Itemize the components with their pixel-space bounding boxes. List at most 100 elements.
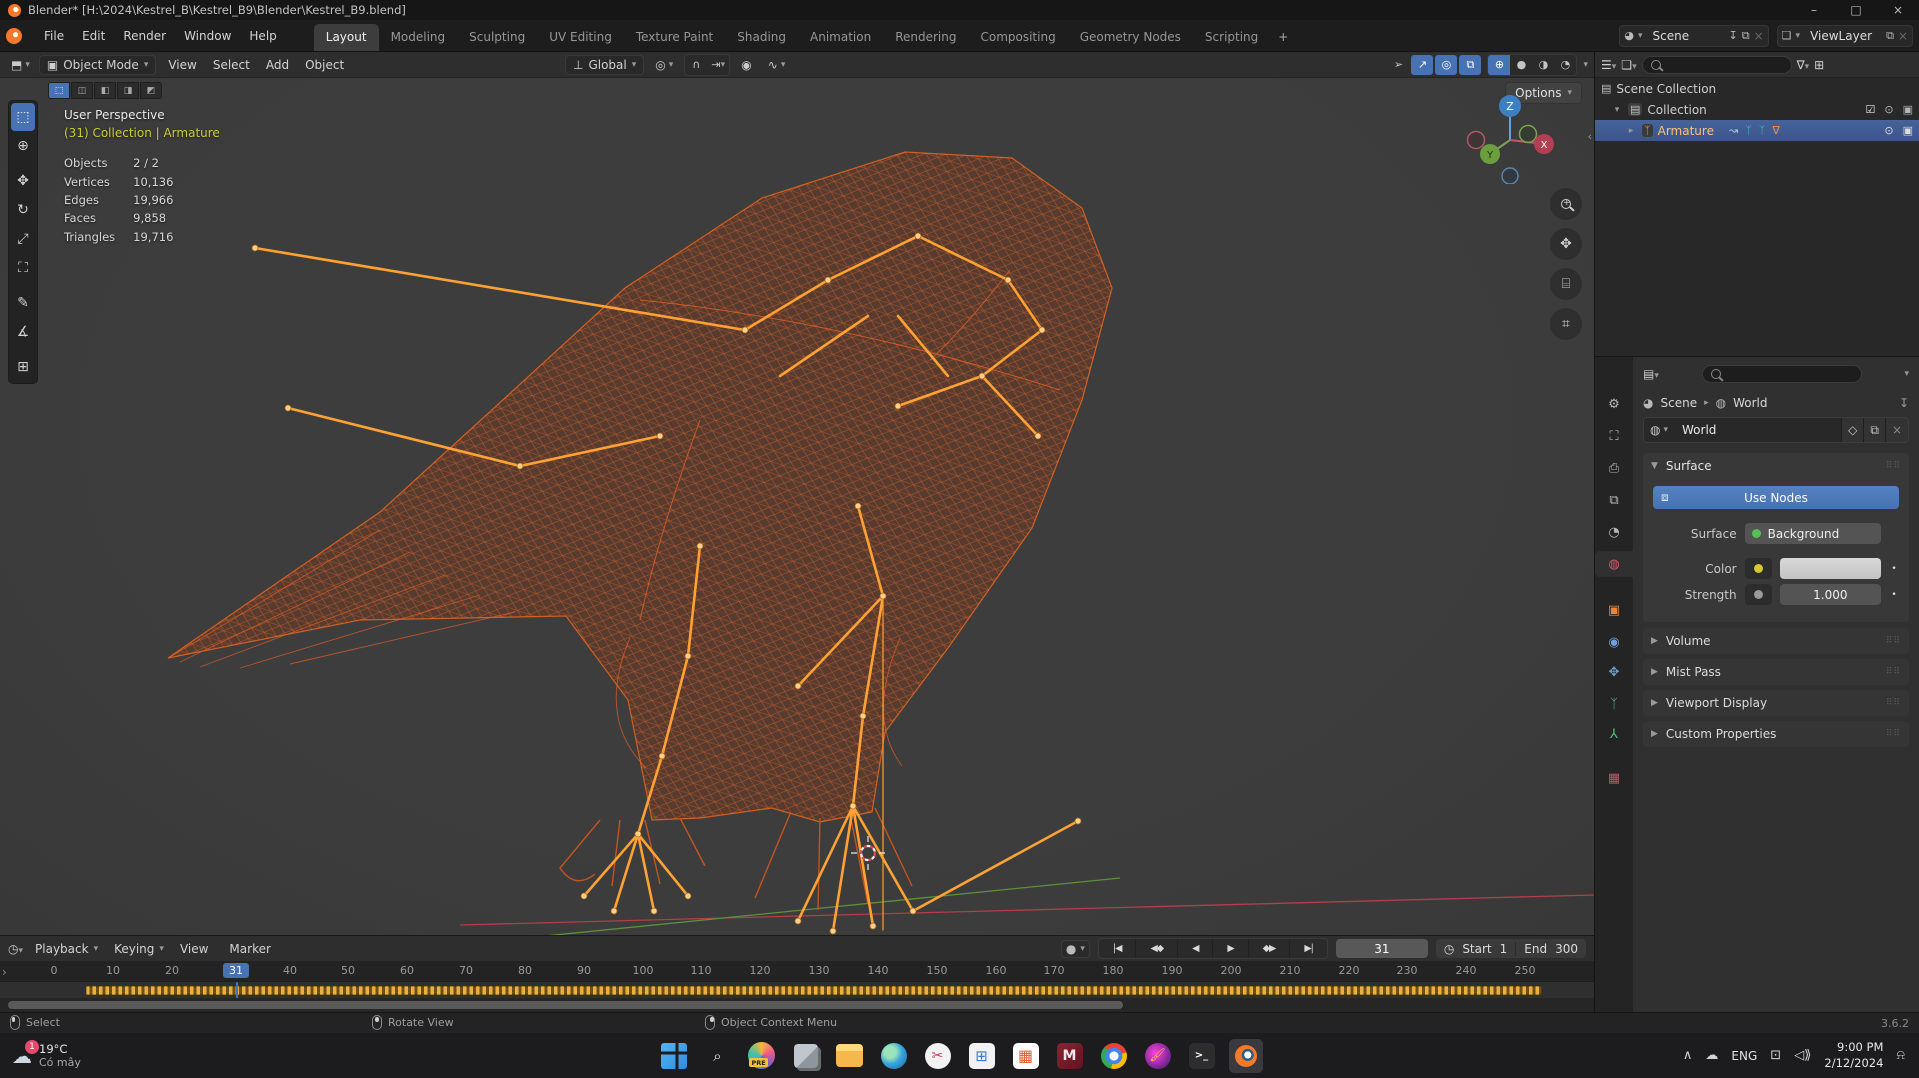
hidden-icons-chevron[interactable]: ∧ xyxy=(1683,1048,1693,1063)
timeline-menu-item[interactable]: Marker xyxy=(221,939,283,959)
search-button[interactable]: ⌕ xyxy=(701,1039,735,1073)
keyframe-track[interactable] xyxy=(0,982,1594,998)
outliner-row-collection[interactable]: ▾ ▤ Collection ☑ ⊙ ▣ xyxy=(1595,99,1919,120)
fake-user-shield-icon[interactable]: ◇ xyxy=(1841,418,1863,442)
mode-selector[interactable]: ▣ Object Mode ▾ xyxy=(39,55,156,75)
stopwatch-icon[interactable]: ◷ xyxy=(1444,942,1454,956)
workspace-tab[interactable]: Geometry Nodes xyxy=(1068,24,1193,51)
blender-menu-icon[interactable] xyxy=(6,28,22,44)
scene-tab[interactable]: ◔ xyxy=(1595,519,1633,545)
workspace-tab[interactable]: Texture Paint xyxy=(624,24,725,51)
transform-tool[interactable]: ⛶ xyxy=(11,254,35,282)
pan-hand-button[interactable]: ✥ xyxy=(1550,228,1582,260)
pose-mode-icon[interactable]: ᛉ xyxy=(1759,124,1766,137)
prev-frame-button[interactable]: ◀ xyxy=(1178,939,1213,958)
copilot[interactable]: PRE xyxy=(748,1042,775,1069)
add-cube-tool[interactable]: ⊞ xyxy=(11,353,35,381)
language-indicator[interactable]: ENG xyxy=(1731,1049,1757,1063)
expand-icon[interactable]: ▸ xyxy=(1625,126,1637,136)
show-object-types-icon[interactable]: ➢ xyxy=(1387,55,1409,75)
terminal[interactable]: >_ xyxy=(1189,1043,1215,1069)
scale-tool[interactable]: ⤢ xyxy=(11,225,35,253)
render-tab[interactable]: ⛶ xyxy=(1595,423,1633,449)
menu-item[interactable]: File xyxy=(35,25,73,47)
animation-icon[interactable]: ↝ xyxy=(1729,124,1738,137)
outliner-row-armature[interactable]: ▸ ᛉ Armature ↝ ᛉ ᛉ ∇ ⊙ ▣ xyxy=(1595,120,1919,141)
workspace-tab[interactable]: Shading xyxy=(725,24,798,51)
collapsed-panel-header[interactable]: ▶ Custom Properties ⠿⠿ xyxy=(1643,721,1909,747)
workspace-tab[interactable]: Layout xyxy=(314,24,379,51)
orthographic-grid-button[interactable]: ⌗ xyxy=(1550,308,1582,340)
use-nodes-button[interactable]: ⧈ Use Nodes xyxy=(1653,486,1899,509)
breadcrumb-world[interactable]: World xyxy=(1733,396,1767,410)
pin-icon[interactable]: ↧ xyxy=(1899,396,1909,410)
orientation-selector[interactable]: ⊥ Global ▾ xyxy=(565,55,644,75)
workspace-tab[interactable]: Animation xyxy=(798,24,883,51)
filter-button[interactable]: ∇▾ xyxy=(1797,58,1810,72)
data-tab[interactable]: ᛉ xyxy=(1595,691,1633,717)
strength-input-button[interactable] xyxy=(1745,584,1772,605)
expand-icon[interactable]: ▾ xyxy=(1611,105,1623,115)
delete-scene-icon[interactable]: × xyxy=(1754,29,1764,43)
timeline-scrollbar[interactable] xyxy=(0,998,1594,1012)
weather-widget[interactable]: ☁1 19°C Có mây xyxy=(12,1042,81,1069)
scene-selector[interactable]: ◕▾ Scene ↧ ⧉ × xyxy=(1619,25,1768,47)
animate-dot-icon[interactable]: • xyxy=(1889,590,1899,600)
proportional-falloff-button[interactable]: ∿▾ xyxy=(763,56,791,74)
viewport-menu-item[interactable]: Add xyxy=(258,55,297,75)
blender-app[interactable] xyxy=(1229,1039,1263,1073)
timeline-ruler[interactable]: › 01020314050607080901001101201301401501… xyxy=(0,962,1594,982)
world-browse-button[interactable]: ◍ ▾ xyxy=(1644,418,1674,442)
workspace-tab[interactable]: Scripting xyxy=(1193,24,1270,51)
timeline-menu-item[interactable]: View xyxy=(172,939,221,959)
select-intersect-button[interactable]: ◩ xyxy=(140,82,162,99)
tool-tab[interactable]: ⚙ xyxy=(1595,391,1633,417)
move-tool[interactable]: ✥ xyxy=(11,167,35,195)
sidebar-collapse-icon[interactable]: ‹ xyxy=(1588,130,1592,143)
select-extend-button[interactable]: ◫ xyxy=(71,82,93,99)
paint-app[interactable]: 🖌 xyxy=(1145,1043,1171,1069)
viewport-menu-item[interactable]: Select xyxy=(205,55,258,75)
camera-visibility-icon[interactable]: ▣ xyxy=(1903,124,1913,137)
microsoft-store[interactable]: ⊞ xyxy=(969,1043,995,1069)
editor-type-button[interactable]: ⬒▾ xyxy=(6,56,35,74)
select-invert-button[interactable]: ◨ xyxy=(117,82,139,99)
breadcrumb-scene[interactable]: Scene xyxy=(1660,396,1697,410)
outliner-display-mode-button[interactable]: ❏▾ xyxy=(1621,58,1636,72)
record-icon[interactable]: ● xyxy=(1066,942,1076,956)
timeline-expand-icon[interactable]: › xyxy=(2,965,7,979)
select-set-button[interactable]: ⬚ xyxy=(48,82,70,99)
object-tab[interactable]: ▣ xyxy=(1595,597,1633,623)
menu-item[interactable]: Render xyxy=(114,25,175,47)
notification-bell-icon[interactable]: ⍾ xyxy=(1896,1048,1905,1063)
timeline-menu-item[interactable]: Playback▾ xyxy=(27,939,106,959)
strength-slider[interactable]: 1.000 xyxy=(1780,584,1881,605)
play-button[interactable]: ▶ xyxy=(1213,939,1248,958)
outliner-search-field[interactable] xyxy=(1642,56,1792,74)
viewlayer-name[interactable]: ViewLayer xyxy=(1804,29,1882,43)
new-collection-button[interactable]: ⊞ xyxy=(1814,58,1824,72)
workspace-tab[interactable]: Sculpting xyxy=(457,24,537,51)
maximize-button[interactable]: □ xyxy=(1835,0,1877,20)
texture-tab[interactable]: ▦ xyxy=(1595,765,1633,791)
scene-name[interactable]: Scene xyxy=(1647,29,1725,43)
onedrive-icon[interactable]: ☁ xyxy=(1705,1048,1718,1063)
pivot-point-button[interactable]: ◎▾ xyxy=(650,56,678,74)
clock[interactable]: 9:00 PM 2/12/2024 xyxy=(1824,1040,1883,1071)
wireframe-shading-icon[interactable]: ⊕ xyxy=(1488,55,1510,75)
drag-grip-icon[interactable]: ⠿⠿ xyxy=(1886,698,1901,708)
world-color-swatch[interactable] xyxy=(1780,558,1881,579)
measure-tool[interactable]: ∡ xyxy=(11,318,35,346)
bone-tab[interactable]: ⅄ xyxy=(1595,721,1633,747)
zoom-button[interactable]: + xyxy=(1550,188,1582,220)
select-subtract-button[interactable]: ◧ xyxy=(94,82,116,99)
next-keyframe-button[interactable]: ◆▶ xyxy=(1249,939,1291,958)
color-input-button[interactable] xyxy=(1745,558,1772,579)
task-view[interactable] xyxy=(794,1044,818,1068)
viewlayer-selector[interactable]: ❏▾ ViewLayer ⧉ × xyxy=(1777,25,1913,47)
unlink-icon[interactable]: × xyxy=(1885,418,1908,442)
pose-icon[interactable]: ᛉ xyxy=(1745,124,1752,137)
current-frame-line[interactable] xyxy=(236,982,238,998)
output-tab[interactable]: ⎙ xyxy=(1595,455,1633,481)
proportional-editing-icon[interactable]: ◉ xyxy=(736,56,756,74)
